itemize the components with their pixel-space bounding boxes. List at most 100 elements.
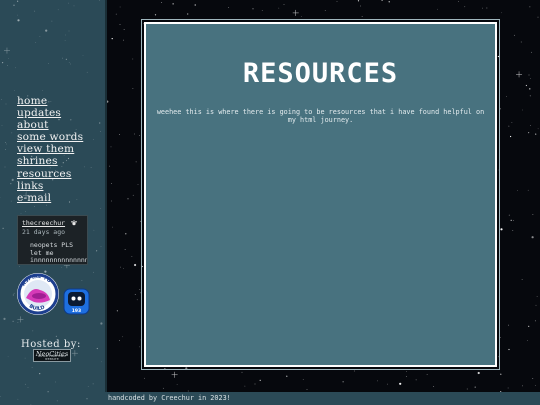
- status-username[interactable]: thecreechur: [22, 219, 65, 227]
- star: [39, 373, 41, 375]
- star: [529, 6, 531, 8]
- star: [100, 246, 102, 248]
- star: [1, 99, 2, 100]
- star: [508, 125, 510, 127]
- star: [99, 122, 101, 124]
- star: [124, 249, 126, 250]
- star: [101, 361, 103, 363]
- star: [140, 292, 142, 294]
- nav-link-links[interactable]: links: [17, 180, 83, 192]
- nav-menu: home updates about some words view them …: [17, 95, 83, 204]
- star: [17, 398, 19, 400]
- star: [64, 39, 66, 41]
- star: [0, 395, 1, 397]
- star: [25, 211, 26, 212]
- star: [122, 336, 124, 338]
- star: [55, 381, 56, 383]
- star: [34, 10, 36, 12]
- star: [176, 383, 178, 385]
- star: [342, 381, 344, 383]
- star: [68, 30, 70, 32]
- star: [482, 7, 483, 9]
- nav-link-view-them[interactable]: view them: [17, 143, 83, 155]
- star: [17, 19, 20, 22]
- star: [123, 268, 124, 270]
- star: [283, 4, 285, 5]
- star: [68, 62, 70, 63]
- star: [111, 183, 112, 184]
- status-message-line: innnnnnnnnnnnnn: [30, 256, 88, 264]
- aspire-to-build-badge[interactable]: ASPIRE TO BUILD: [16, 272, 60, 316]
- nav-link-home[interactable]: home: [17, 95, 83, 107]
- star: [15, 67, 16, 69]
- star: [48, 63, 49, 64]
- star: [100, 322, 103, 325]
- nav-link-some-words[interactable]: some words: [17, 131, 83, 143]
- star: [12, 320, 14, 322]
- star: [510, 219, 512, 221]
- star: [83, 166, 85, 168]
- nav-link-shrines[interactable]: shrines: [17, 155, 83, 167]
- star: [11, 132, 13, 134]
- footer-credit: handcoded by Creechur in 2023!: [105, 392, 540, 405]
- star: [405, 376, 407, 377]
- star: [57, 9, 59, 11]
- star: [426, 374, 428, 375]
- star: [123, 39, 124, 41]
- star: [261, 9, 263, 11]
- star: [134, 133, 135, 135]
- star: [336, 1, 338, 2]
- star: [185, 367, 188, 370]
- star: [10, 200, 12, 202]
- star: [111, 38, 113, 40]
- app-badge[interactable]: 193: [63, 288, 90, 315]
- star: [254, 383, 256, 385]
- nav-link-email[interactable]: e-mail: [17, 192, 83, 204]
- sparkle: [17, 316, 24, 323]
- star: [388, 1, 390, 3]
- star: [154, 14, 157, 16]
- status-widget: thecreechur 21 days ago neopets PLS let …: [17, 215, 88, 265]
- star: [96, 347, 98, 350]
- star: [11, 178, 14, 181]
- star: [357, 0, 360, 2]
- star: [90, 167, 92, 169]
- star: [302, 378, 304, 380]
- star: [125, 233, 127, 235]
- star: [139, 346, 140, 348]
- neocities-button[interactable]: NeoCities BUILD YOUR OWN WEBSITE: [33, 349, 71, 362]
- star: [1, 125, 3, 126]
- star: [500, 228, 503, 231]
- star: [109, 165, 110, 167]
- star: [498, 356, 500, 358]
- star: [115, 13, 117, 15]
- star: [24, 357, 26, 359]
- nav-link-resources[interactable]: resources: [17, 168, 83, 180]
- star: [477, 371, 480, 375]
- star: [187, 13, 189, 15]
- nav-link-about[interactable]: about: [17, 119, 83, 131]
- star: [406, 371, 407, 372]
- star: [4, 166, 6, 168]
- star: [535, 304, 537, 306]
- star: [32, 330, 34, 332]
- star: [499, 337, 501, 338]
- star: [500, 373, 502, 375]
- star: [73, 5, 75, 7]
- star: [532, 214, 534, 215]
- star: [35, 42, 37, 43]
- nav-link-updates[interactable]: updates: [17, 107, 83, 119]
- star: [508, 348, 510, 351]
- intro-text: weehee this is where there is going to b…: [156, 108, 485, 125]
- star: [324, 10, 326, 11]
- star: [82, 54, 84, 56]
- star: [86, 398, 88, 400]
- star: [132, 88, 134, 90]
- star: [116, 310, 118, 312]
- star: [135, 161, 137, 163]
- star: [100, 207, 102, 209]
- star: [55, 335, 58, 337]
- star: [522, 109, 523, 111]
- star: [45, 29, 48, 32]
- star: [134, 263, 137, 267]
